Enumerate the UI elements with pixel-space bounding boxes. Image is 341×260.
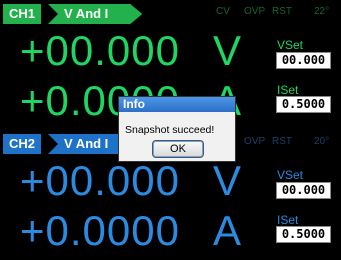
channel-2-current-unit: A bbox=[213, 207, 242, 254]
channel-2-iset-label: ISet bbox=[277, 213, 299, 227]
dialog-title: Info bbox=[119, 97, 235, 112]
channel-1-cv-indicator: CV bbox=[216, 6, 230, 17]
channel-2-vset-label: VSet bbox=[277, 168, 304, 182]
channel-2-iset-field[interactable]: 0.5000 bbox=[276, 226, 331, 243]
channel-1-temperature: 22° bbox=[314, 6, 330, 17]
dialog-message: Snapshot succeed! bbox=[125, 124, 215, 136]
channel-1-iset-field[interactable]: 0.5000 bbox=[276, 96, 331, 113]
channel-2-tab[interactable]: CH2 bbox=[3, 134, 42, 154]
channel-1-iset-label: ISet bbox=[277, 83, 299, 97]
channel-1-vset-label: VSet bbox=[277, 38, 304, 52]
channel-1-header: CH1 V And I CV OVP RST 22° bbox=[0, 0, 341, 24]
channel-2-temperature: 20° bbox=[314, 136, 330, 147]
channel-2-rst-indicator: RST bbox=[272, 136, 292, 147]
channel-1-voltage-reading: +00.000 bbox=[20, 27, 180, 74]
channel-2-current-reading: +0.0000 bbox=[20, 207, 180, 254]
channel-2-vset-field[interactable]: 00.000 bbox=[276, 182, 331, 199]
channel-1-mode-tab[interactable]: V And I bbox=[48, 4, 142, 24]
channel-1-ovp-indicator: OVP bbox=[244, 6, 266, 17]
channel-1-voltage-unit: V bbox=[213, 27, 242, 74]
channel-2-ovp-indicator: OVP bbox=[244, 136, 266, 147]
channel-1-rst-indicator: RST bbox=[272, 6, 292, 17]
channel-2-voltage-reading: +00.000 bbox=[20, 157, 180, 204]
ok-button[interactable]: OK bbox=[152, 140, 204, 158]
info-dialog: Info Snapshot succeed! OK bbox=[118, 96, 236, 162]
channel-1-tab[interactable]: CH1 bbox=[3, 4, 42, 24]
channel-1-vset-field[interactable]: 00.000 bbox=[276, 52, 331, 69]
channel-2-voltage-unit: V bbox=[213, 157, 242, 204]
